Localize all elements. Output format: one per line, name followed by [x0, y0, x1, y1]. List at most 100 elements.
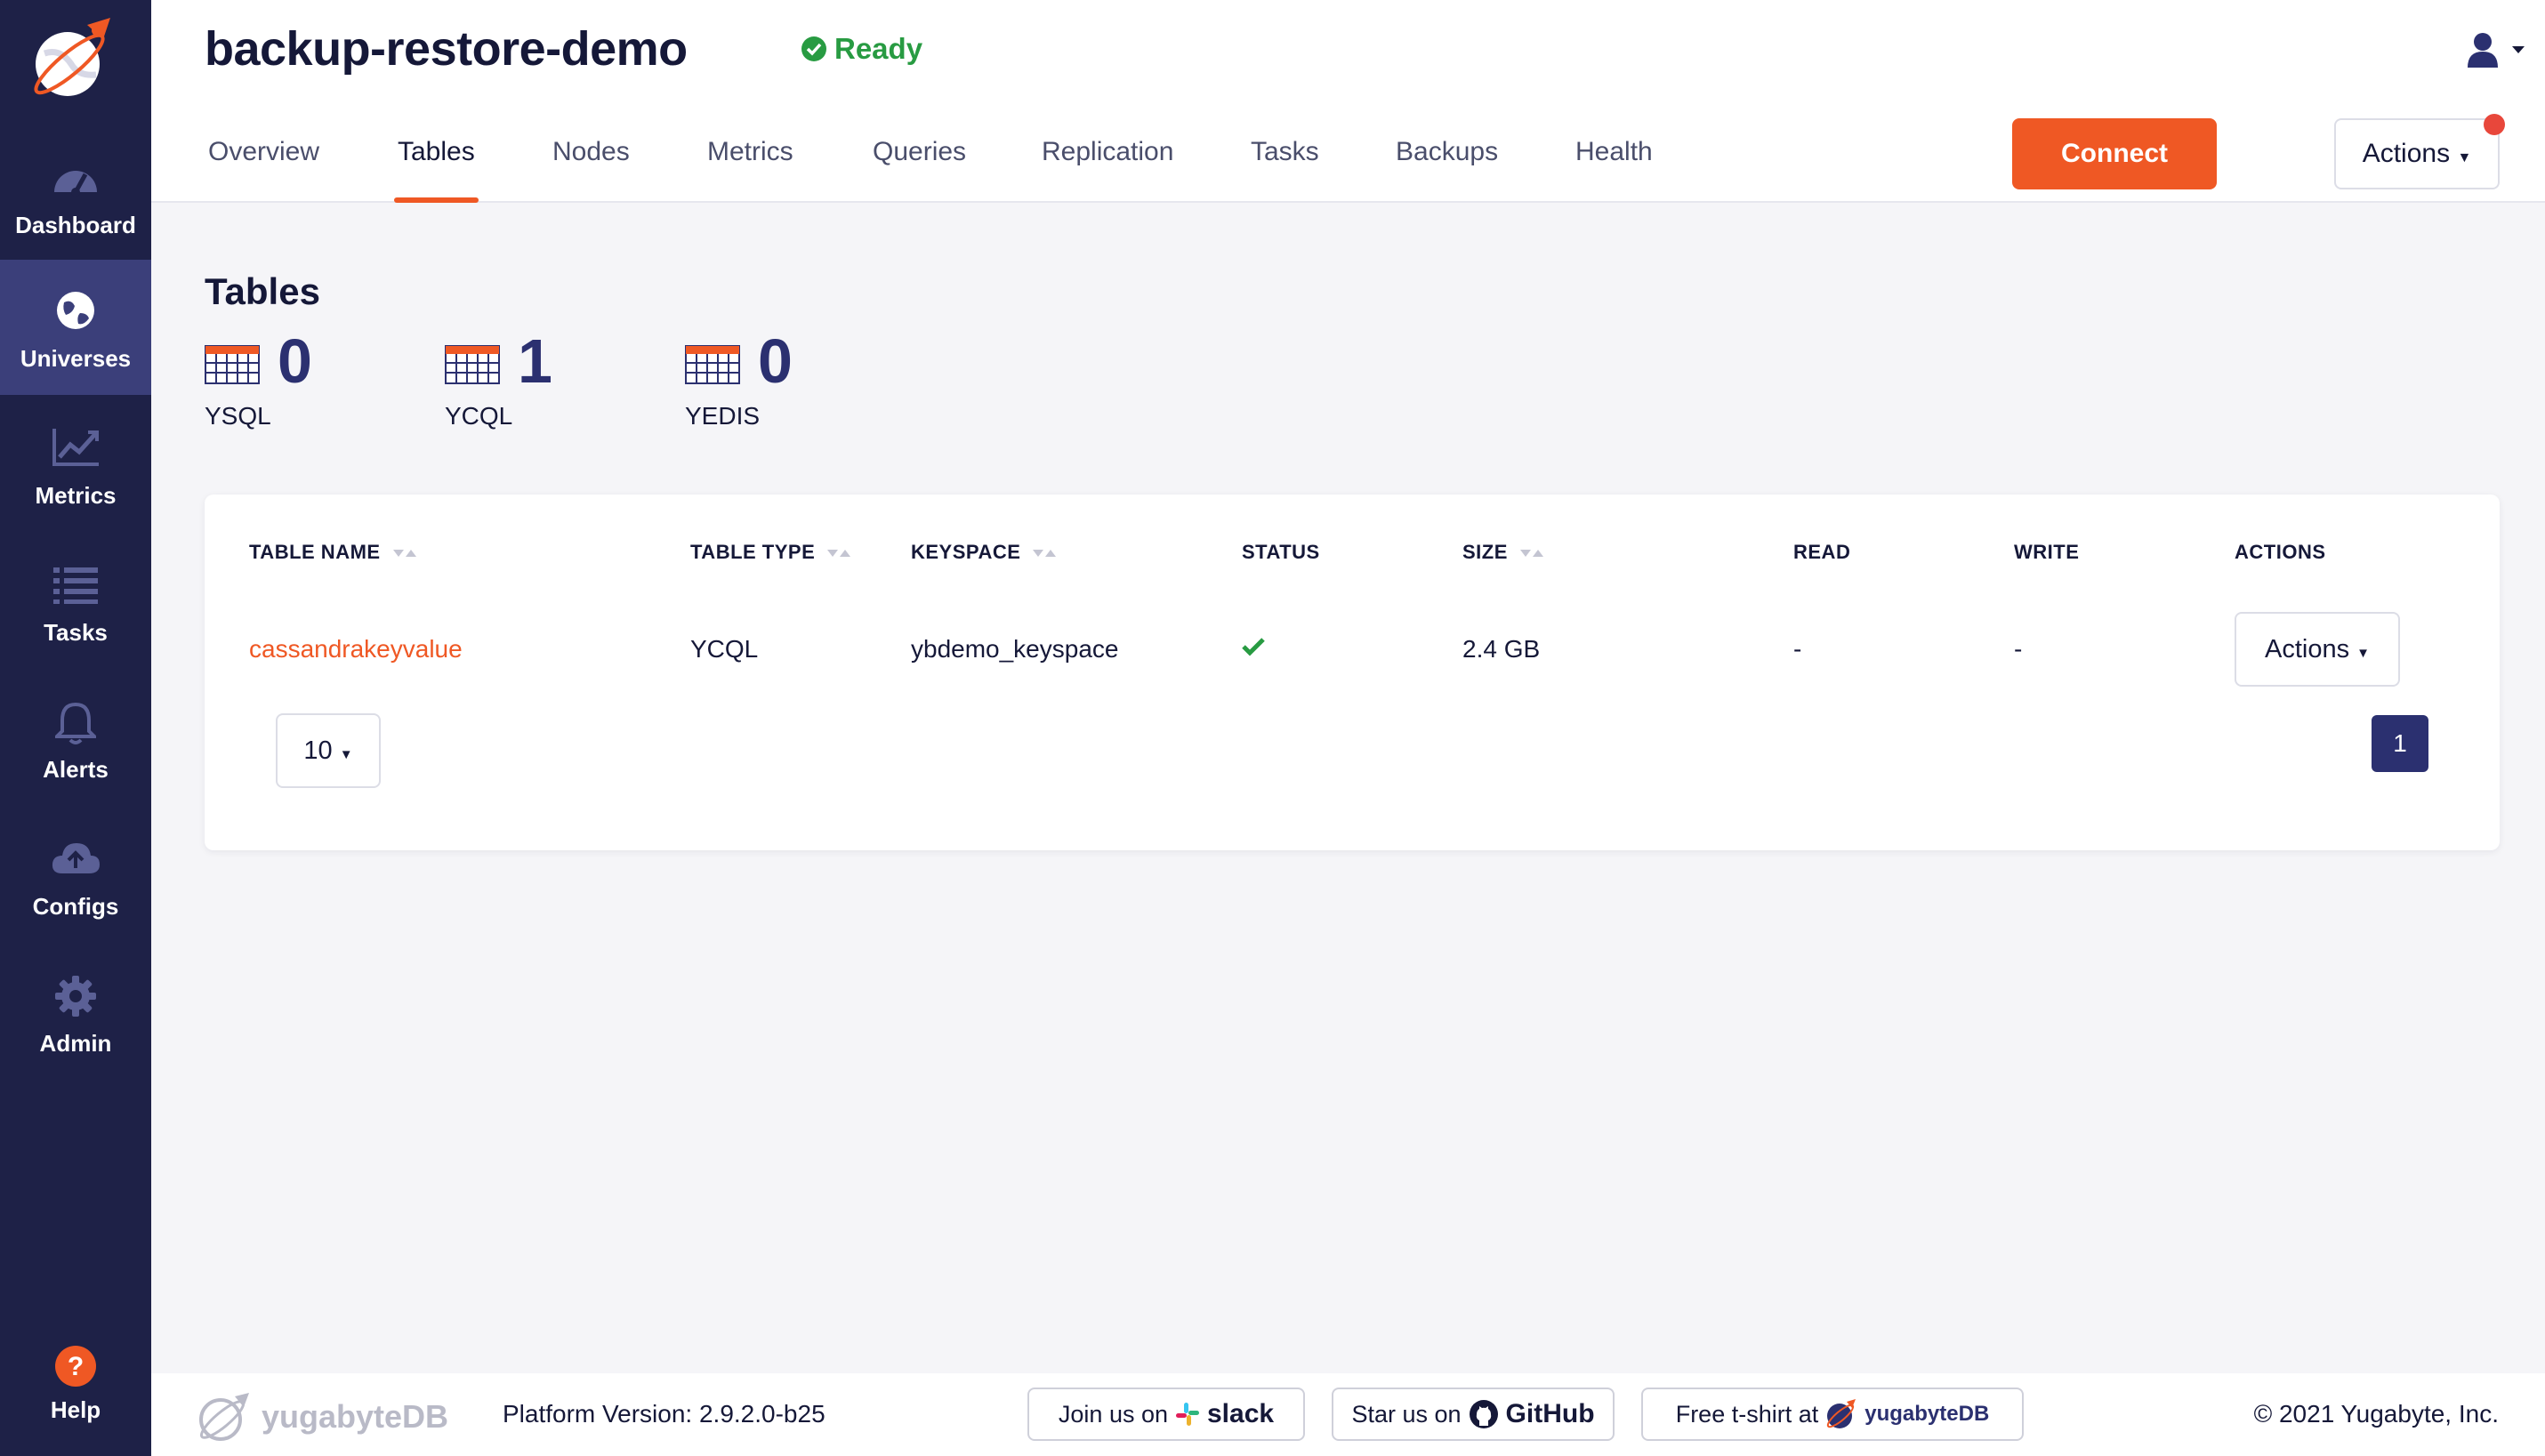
column-header-table-name[interactable]: TABLE NAME: [249, 541, 418, 564]
page-size-select[interactable]: 10 ▼: [276, 713, 381, 788]
pagination-page-1[interactable]: 1: [2372, 715, 2428, 772]
stat-label: YCQL: [445, 402, 513, 430]
yugabyte-logo-icon[interactable]: [25, 12, 117, 105]
bell-icon: [55, 702, 96, 744]
stat-count: 1: [518, 326, 552, 396]
help-label: Help: [50, 1396, 101, 1423]
sidebar-item-label: Tasks: [44, 619, 108, 646]
slack-brand: slack: [1207, 1399, 1275, 1428]
github-link[interactable]: Star us on GitHub: [1332, 1388, 1615, 1441]
sidebar-item-tasks[interactable]: Tasks: [0, 534, 151, 669]
tshirt-link[interactable]: Free t-shirt at yugabyteDB: [1641, 1388, 2024, 1441]
footer: yugabyteDB Platform Version: 2.9.2.0-b25…: [151, 1373, 2545, 1456]
connect-button[interactable]: Connect: [2012, 118, 2217, 189]
tab-queries[interactable]: Queries: [873, 116, 966, 203]
caret-down-icon: ▼: [2356, 645, 2371, 661]
sidebar-item-label: Metrics: [35, 482, 117, 509]
stat-label: YEDIS: [685, 402, 761, 430]
table-icon: [205, 345, 260, 384]
caret-down-icon: ▼: [2457, 150, 2472, 165]
sort-icon: [1033, 550, 1057, 557]
actions-label: Actions: [2362, 139, 2451, 168]
notification-dot-icon: [2484, 114, 2505, 135]
svg-text:?: ?: [68, 1352, 84, 1381]
size-cell: 2.4 GB: [1462, 635, 1541, 663]
stat-count: 0: [758, 326, 793, 396]
cloud-upload-icon: [52, 843, 100, 873]
column-header-table-type[interactable]: TABLE TYPE: [690, 541, 852, 564]
sort-icon: [392, 550, 416, 557]
github-icon: [1469, 1400, 1498, 1428]
keyspace-cell: ybdemo_keyspace: [911, 635, 1119, 663]
check-icon: [1242, 638, 1265, 656]
sidebar-item-configs[interactable]: Configs: [0, 808, 151, 943]
column-header-actions: ACTIONS: [2235, 541, 2326, 563]
tab-health[interactable]: Health: [1575, 116, 1653, 203]
table-type-cell: YCQL: [690, 635, 759, 663]
sort-icon: [1519, 550, 1543, 557]
tables-card: TABLE NAME TABLE TYPE KEYSPACE STATUS SI…: [205, 495, 2500, 850]
status-text: Ready: [834, 32, 923, 65]
read-cell: -: [1793, 635, 1802, 663]
sidebar-item-help[interactable]: ? Help: [0, 1334, 151, 1456]
sidebar-item-dashboard[interactable]: Dashboard: [0, 126, 151, 261]
status-badge: Ready: [801, 32, 922, 66]
sidebar-item-admin[interactable]: Admin: [0, 945, 151, 1080]
tab-nodes[interactable]: Nodes: [552, 116, 630, 203]
sidebar-item-metrics[interactable]: Metrics: [0, 397, 151, 532]
row-actions-button[interactable]: Actions ▼: [2235, 612, 2400, 687]
tab-metrics[interactable]: Metrics: [707, 116, 793, 203]
sidebar: Dashboard Universes Metrics Tasks Alerts…: [0, 0, 151, 1456]
stat-count: 0: [278, 326, 312, 396]
sidebar-item-universes[interactable]: Universes: [0, 260, 151, 395]
page-size-value: 10: [303, 736, 333, 765]
sidebar-item-label: Universes: [20, 345, 132, 372]
yugabyte-planet-icon: [1827, 1399, 1856, 1428]
table-name-link[interactable]: cassandrakeyvalue: [249, 635, 463, 664]
write-cell: -: [2014, 635, 2023, 663]
check-circle-icon: [801, 36, 826, 61]
platform-version: Platform Version: 2.9.2.0-b25: [503, 1400, 826, 1428]
tab-tasks[interactable]: Tasks: [1251, 116, 1319, 203]
tab-overview[interactable]: Overview: [208, 116, 319, 203]
stat-label: YSQL: [205, 402, 271, 430]
sort-icon: [827, 550, 851, 557]
github-brand: GitHub: [1505, 1399, 1595, 1428]
dashboard-icon: [54, 171, 97, 197]
column-header-keyspace[interactable]: KEYSPACE: [911, 541, 1058, 564]
sidebar-item-label: Alerts: [43, 756, 109, 783]
list-icon: [53, 567, 98, 604]
globe-icon: [57, 292, 94, 329]
table-icon: [685, 345, 740, 384]
user-menu[interactable]: [2467, 32, 2525, 68]
actions-label: Actions: [2264, 634, 2350, 664]
section-title: Tables: [205, 270, 320, 312]
tshirt-link-text: Free t-shirt at: [1675, 1400, 1819, 1428]
slack-link-text: Join us on: [1058, 1400, 1168, 1428]
sidebar-item-alerts[interactable]: Alerts: [0, 671, 151, 806]
column-header-size[interactable]: SIZE: [1462, 541, 1545, 564]
column-header-write: WRITE: [2014, 541, 2080, 563]
sidebar-item-label: Admin: [39, 1030, 112, 1057]
yugabyte-logo-icon: [199, 1393, 249, 1441]
tshirt-brand: yugabyteDB: [1864, 1402, 1990, 1426]
slack-icon: [1176, 1403, 1199, 1426]
footer-brand-suffix: DB: [402, 1398, 449, 1435]
slack-link[interactable]: Join us on slack: [1027, 1388, 1305, 1441]
sidebar-item-label: Dashboard: [15, 212, 136, 238]
copyright: © 2021 Yugabyte, Inc.: [2253, 1400, 2499, 1428]
gear-icon: [55, 976, 96, 1017]
github-link-text: Star us on: [1351, 1400, 1462, 1428]
footer-brand-prefix: yugabyte: [262, 1398, 403, 1435]
tab-tables[interactable]: Tables: [394, 116, 479, 203]
column-header-status: STATUS: [1242, 541, 1320, 563]
caret-down-icon: [2512, 46, 2525, 53]
table-icon: [445, 345, 500, 384]
user-icon: [2468, 33, 2498, 68]
tab-backups[interactable]: Backups: [1396, 116, 1498, 203]
caret-down-icon: ▼: [339, 746, 353, 762]
footer-brand: yugabyteDB: [196, 1391, 448, 1443]
column-header-read: READ: [1793, 541, 1851, 563]
tab-replication[interactable]: Replication: [1042, 116, 1173, 203]
universe-actions-button[interactable]: Actions ▼: [2334, 118, 2500, 189]
